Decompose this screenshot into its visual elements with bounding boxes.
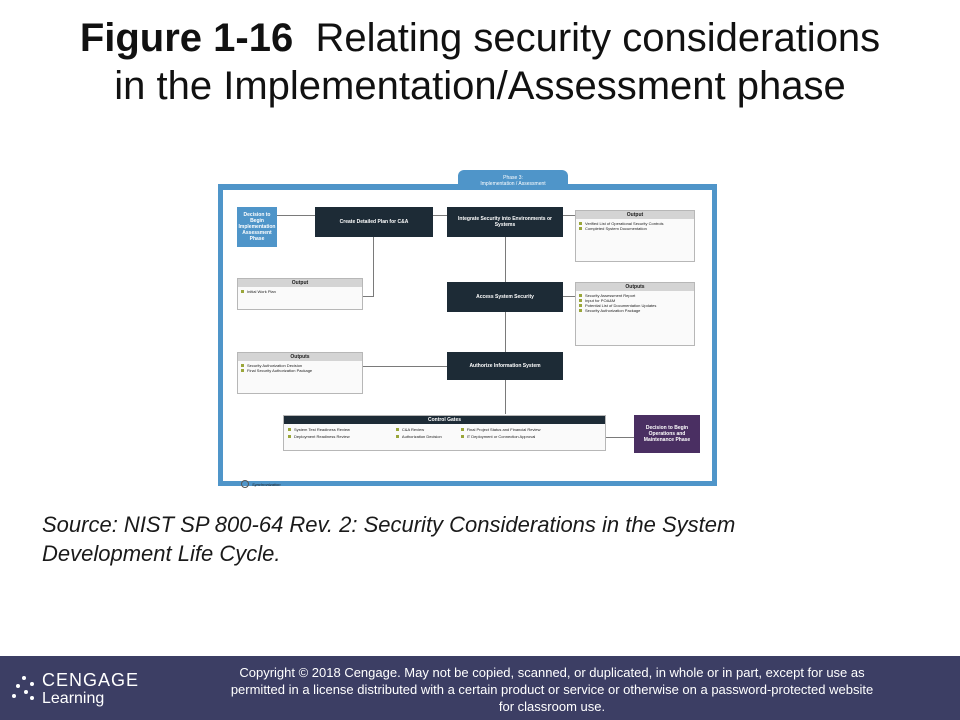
step-authorize-system: Authorize Information System [447,352,563,380]
output-item: Final Security Authorization Package [241,368,359,373]
output-box-integrate: Output Verified List of Operational Secu… [575,210,695,262]
start-decision-box: Decision to Begin Implementation Assessm… [237,207,277,247]
logo-dot-icon [30,696,34,700]
diagram-canvas: Decision to Begin Implementation Assessm… [223,190,712,488]
copyright-line-3: for classroom use. [498,699,606,714]
output-header: Outputs [238,353,362,361]
gate-item: IT Deployment or Connection Approval [460,433,601,440]
output-item: Initial Work Plan [241,289,359,294]
control-gates-header: Control Gates [284,416,605,424]
gate-item: C&A Review [395,426,461,433]
logo-dot-icon [24,690,28,694]
connector [606,437,634,438]
gate-item: System Test Readiness Review [288,426,396,433]
output-item: Completed System Documentation [579,226,691,231]
connector [505,380,506,414]
connector [505,312,506,352]
connector [275,215,315,216]
connector [363,366,447,367]
output-header: Outputs [576,283,694,291]
step-integrate-security: Integrate Security into Environments or … [447,207,563,237]
logo-dot-icon [16,684,20,688]
output-box-authorize: Outputs Security Authorization Decision … [237,352,363,394]
cengage-logo: CENGAGE Learning [8,666,148,710]
gate-item: Authorization Decision [395,433,461,440]
logo-text-bottom: Learning [42,690,105,707]
logo-dot-icon [22,676,26,680]
title-line-2: in the Implementation/Assessment phase [114,64,846,108]
output-item: Security Authorization Package [579,308,691,313]
source-line-1: Source: NIST SP 800-64 Rev. 2: Security … [42,512,736,537]
source-line-2: Development Life Cycle. [42,541,281,566]
logo-dot-icon [30,682,34,686]
figure-number: Figure 1-16 [79,16,294,60]
output-header: Output [576,211,694,219]
connector [363,296,374,297]
synchronization-legend: Synchronization [241,480,280,488]
title-line-1: Relating security considerations [315,16,881,60]
phase-diagram: Phase 3: Implementation / Assessment Dec… [218,170,717,488]
connector [563,296,575,297]
connector [433,215,447,216]
phase-tab-line-2: Implementation / Assessment [480,181,546,187]
source-citation: Source: NIST SP 800-64 Rev. 2: Security … [42,510,922,568]
slide-title: Figure 1-16 Relating security considerat… [0,14,960,110]
end-decision-box: Decision to Begin Operations and Mainten… [634,415,700,453]
copyright-line-1: Copyright © 2018 Cengage. May not be cop… [239,665,865,680]
output-box-plan: Output Initial Work Plan [237,278,363,310]
gate-item: Deployment Readiness Review [288,433,396,440]
logo-text-top: CENGAGE [42,670,140,690]
sync-label: Synchronization [252,481,281,487]
step-access-security: Access System Security [447,282,563,312]
step-create-plan: Create Detailed Plan for C&A [315,207,433,237]
connector [373,230,374,296]
logo-dot-icon [12,694,16,698]
output-box-assess: Outputs Security Assessment Report Input… [575,282,695,346]
connector [505,230,506,282]
sync-circle-icon [241,480,249,488]
output-header: Output [238,279,362,287]
control-gates: Control Gates System Test Readiness Revi… [283,415,606,451]
footer-bar: CENGAGE Learning Copyright © 2018 Cengag… [0,656,960,720]
copyright-notice: Copyright © 2018 Cengage. May not be cop… [152,664,952,715]
connector [563,215,575,216]
gate-item: Final Project Status and Financial Revie… [460,426,601,433]
copyright-line-2: permitted in a license distributed with … [230,682,874,697]
